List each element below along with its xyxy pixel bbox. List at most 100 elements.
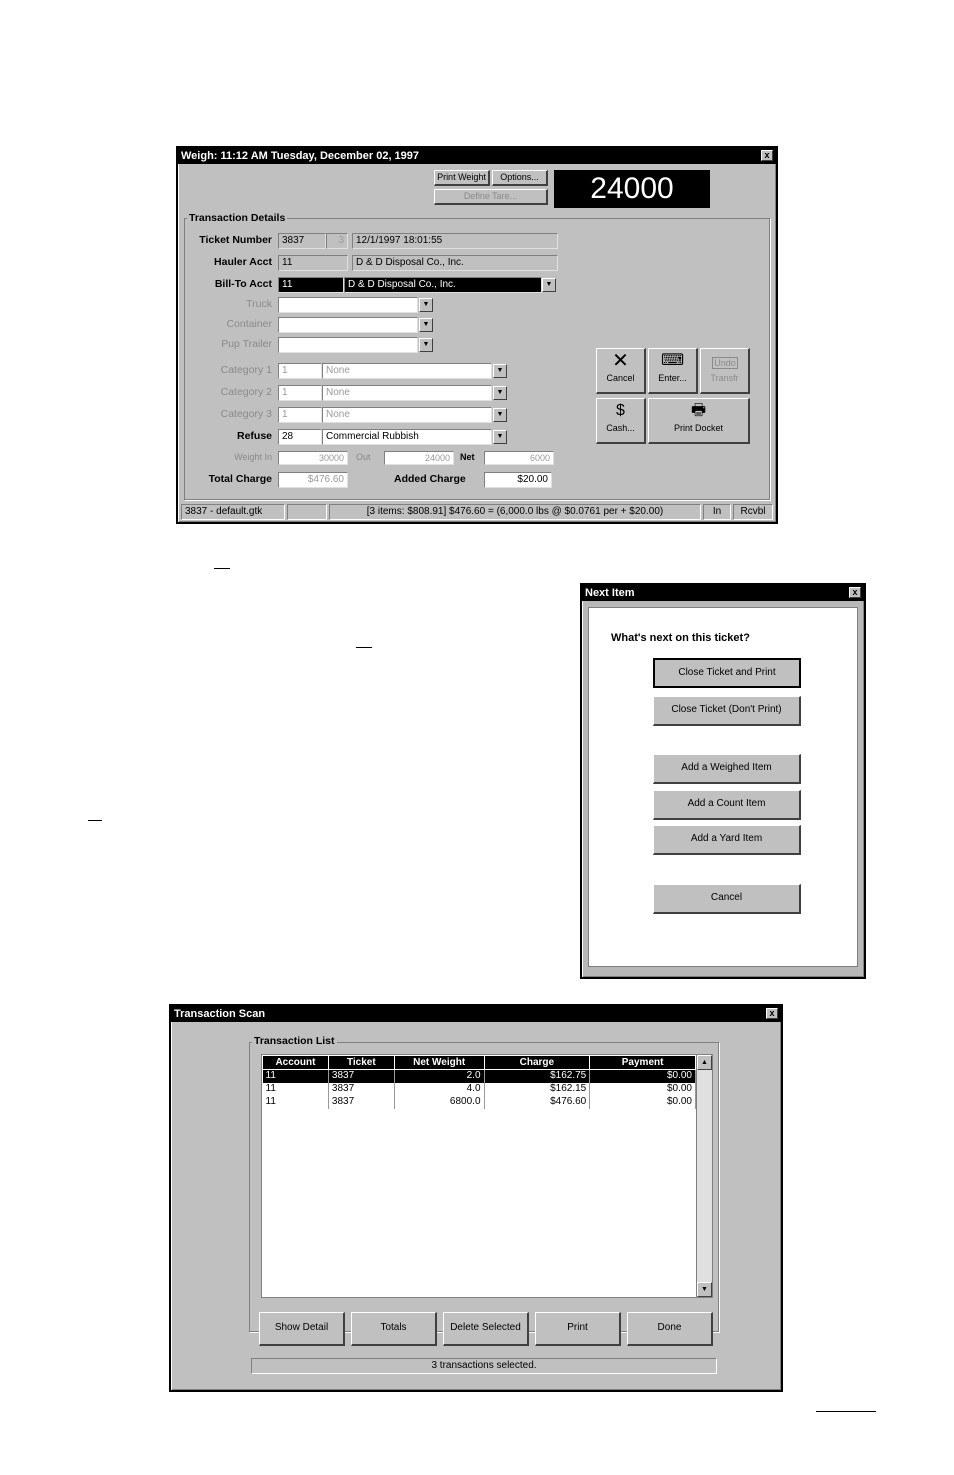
category-1-select[interactable]: None [322, 363, 492, 379]
add-weighed-item-button[interactable]: Add a Weighed Item [653, 754, 801, 784]
cell-net-weight: 2.0 [394, 1069, 485, 1083]
column-header-payment[interactable]: Payment [589, 1055, 696, 1070]
chevron-down-icon[interactable]: ▼ [493, 408, 507, 422]
transaction-list-label: Transaction List [252, 1035, 337, 1047]
chevron-down-icon[interactable]: ▼ [419, 318, 433, 332]
category-3-code[interactable]: 1 [278, 407, 322, 423]
add-count-item-button[interactable]: Add a Count Item [653, 790, 801, 820]
chevron-down-icon[interactable]: ▼ [542, 278, 556, 292]
enter-icon: ⌨ [660, 352, 685, 369]
cell-account: 11 [262, 1069, 329, 1083]
scroll-up-icon[interactable]: ▲ [697, 1055, 712, 1070]
refuse-label: Refuse [236, 430, 272, 442]
ticket-number-field: 3837 [278, 233, 326, 249]
cancel-button[interactable]: ✕ Cancel [596, 348, 646, 394]
column-header-ticket[interactable]: Ticket [327, 1055, 395, 1070]
scan-title: Transaction Scan [174, 1008, 266, 1020]
cell-account: 11 [262, 1082, 329, 1096]
transaction-scan-window: Transaction Scan x Transaction List Acco… [169, 1004, 783, 1392]
ticket-sub-field: 3 [326, 233, 348, 249]
show-detail-button[interactable]: Show Detail [259, 1312, 345, 1346]
refuse-select[interactable]: Commercial Rubbish [322, 429, 492, 445]
cell-ticket: 3837 [328, 1069, 395, 1083]
status-file: 3837 - default.gtk [181, 504, 285, 520]
pup-trailer-select[interactable] [278, 337, 418, 353]
cancel-button[interactable]: Cancel [653, 884, 801, 914]
totals-button[interactable]: Totals [351, 1312, 437, 1346]
print-docket-button[interactable]: 🖶 Print Docket [648, 398, 750, 444]
options-button[interactable]: Options... [492, 170, 548, 186]
transfer-label: Transfr [710, 373, 739, 383]
category-2-code[interactable]: 1 [278, 385, 322, 401]
bill-to-name-select[interactable]: D & D Disposal Co., Inc. [344, 277, 542, 293]
vertical-scrollbar[interactable]: ▲ ▼ [696, 1055, 712, 1297]
truck-label: Truck [246, 298, 272, 310]
underline-mark [88, 820, 102, 821]
weight-in-label: Weight In [234, 452, 272, 462]
done-button[interactable]: Done [627, 1312, 713, 1346]
close-icon[interactable]: x [849, 587, 861, 598]
column-header-charge[interactable]: Charge [483, 1055, 591, 1070]
scroll-down-icon[interactable]: ▼ [697, 1282, 712, 1297]
close-ticket-print-button[interactable]: Close Ticket and Print [653, 658, 801, 688]
chevron-down-icon[interactable]: ▼ [419, 298, 433, 312]
category-2-label: Category 2 [220, 386, 272, 398]
category-2-select[interactable]: None [322, 385, 492, 401]
cell-net-weight: 4.0 [394, 1082, 485, 1096]
table-row[interactable]: 11 3837 4.0 $162.15 $0.00 [262, 1082, 696, 1096]
printer-icon: 🖶 [690, 402, 707, 419]
refuse-code[interactable]: 28 [278, 429, 322, 445]
cell-net-weight: 6800.0 [394, 1095, 485, 1109]
column-header-net-weight[interactable]: Net Weight [393, 1055, 485, 1070]
cell-payment: $0.00 [589, 1082, 696, 1096]
define-tare-button[interactable]: Define Tare... [434, 189, 548, 205]
undo-label: Undo [712, 357, 738, 369]
container-select[interactable] [278, 317, 418, 333]
delete-selected-button[interactable]: Delete Selected [443, 1312, 529, 1346]
pup-trailer-label: Pup Trailer [221, 338, 272, 350]
scan-status-bar: 3 transactions selected. [251, 1358, 717, 1374]
status-summary: [3 items: $808.91] $476.60 = (6,000.0 lb… [329, 504, 701, 520]
cash-button[interactable]: $ Cash... [596, 398, 646, 444]
added-charge-label: Added Charge [394, 473, 466, 485]
print-weight-button[interactable]: Print Weight [434, 170, 490, 186]
hauler-name-field: D & D Disposal Co., Inc. [352, 255, 558, 271]
weigh-title: Weigh: 11:12 AM Tuesday, December 02, 19… [181, 150, 420, 162]
chevron-down-icon[interactable]: ▼ [493, 386, 507, 400]
weigh-titlebar: Weigh: 11:12 AM Tuesday, December 02, 19… [178, 148, 776, 164]
chevron-down-icon[interactable]: ▼ [419, 338, 433, 352]
added-charge-field[interactable]: $20.00 [484, 472, 552, 488]
close-icon[interactable]: x [761, 150, 773, 161]
add-yard-item-button[interactable]: Add a Yard Item [653, 825, 801, 855]
status-mode-rcvbl: Rcvbl [733, 504, 773, 520]
table-row[interactable]: 11 3837 6800.0 $476.60 $0.00 [262, 1095, 696, 1109]
truck-select[interactable] [278, 297, 418, 313]
cell-charge: $162.15 [484, 1082, 591, 1096]
table-row[interactable]: 11 3837 2.0 $162.75 $0.00 [262, 1069, 696, 1083]
chevron-down-icon[interactable]: ▼ [493, 364, 507, 378]
enter-button[interactable]: ⌨ Enter... [648, 348, 698, 394]
close-icon[interactable]: x [766, 1008, 778, 1019]
weight-out-field: 24000 [384, 451, 454, 465]
next-item-dialog: Next Item x What's next on this ticket? … [580, 583, 866, 979]
hauler-acct-field[interactable]: 11 [278, 255, 348, 271]
cash-label: Cash... [606, 423, 635, 433]
chevron-down-icon[interactable]: ▼ [493, 430, 507, 444]
scan-titlebar: Transaction Scan x [171, 1006, 781, 1022]
transaction-list[interactable]: Account Ticket Net Weight Charge Payment… [261, 1054, 713, 1298]
container-label: Container [226, 318, 272, 330]
print-button[interactable]: Print [535, 1312, 621, 1346]
category-1-code[interactable]: 1 [278, 363, 322, 379]
cell-payment: $0.00 [589, 1069, 696, 1083]
transfer-button[interactable]: Undo Transfr [700, 348, 750, 394]
bill-to-acct-field[interactable]: 11 [278, 277, 344, 293]
weight-out-label: Out [356, 452, 371, 462]
category-3-select[interactable]: None [322, 407, 492, 423]
status-mode-in: In [703, 504, 731, 520]
weight-net-label: Net [460, 452, 475, 462]
print-docket-label: Print Docket [673, 423, 724, 433]
bill-to-acct-label: Bill-To Acct [214, 278, 272, 290]
next-item-title: Next Item [585, 587, 635, 599]
column-header-account[interactable]: Account [262, 1055, 329, 1070]
close-ticket-no-print-button[interactable]: Close Ticket (Don't Print) [653, 696, 801, 726]
